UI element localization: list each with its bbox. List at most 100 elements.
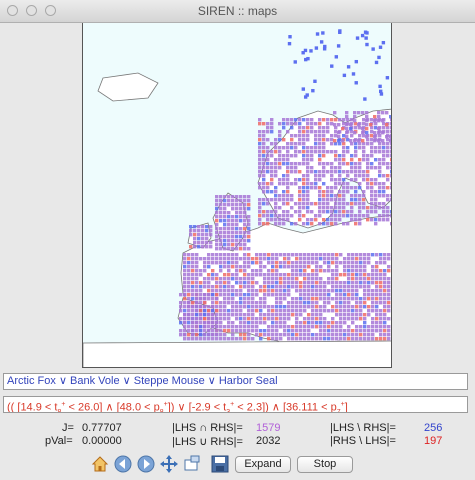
occurrence-cell bbox=[354, 186, 358, 190]
occurrence-cell bbox=[342, 118, 346, 122]
occurrence-cell bbox=[381, 40, 386, 45]
back-icon[interactable] bbox=[113, 454, 133, 474]
occurrence-cell bbox=[223, 305, 227, 309]
occurrence-cell bbox=[378, 162, 382, 166]
occurrence-cell bbox=[339, 273, 343, 277]
lhs-query-field[interactable]: Arctic Fox ∨ Bank Vole ∨ Steppe Mouse ∨ … bbox=[3, 373, 468, 390]
occurrence-cell bbox=[207, 321, 211, 325]
occurrence-cell bbox=[303, 253, 307, 257]
occurrence-cell bbox=[274, 174, 278, 178]
stop-button[interactable]: Stop bbox=[297, 456, 353, 473]
occurrence-cell bbox=[343, 337, 347, 341]
occurrence-cell bbox=[195, 281, 199, 285]
pan-icon[interactable] bbox=[159, 454, 179, 474]
europe-map[interactable] bbox=[82, 23, 392, 368]
occurrence-cell bbox=[259, 337, 263, 341]
occurrence-cell bbox=[255, 273, 259, 277]
occurrence-cell bbox=[227, 293, 231, 297]
occurrence-cell bbox=[219, 285, 223, 289]
occurrence-cell bbox=[311, 257, 315, 261]
occurrence-cell bbox=[307, 265, 311, 269]
occurrence-cell bbox=[347, 305, 351, 309]
occurrence-cell bbox=[367, 285, 371, 289]
occurrence-cell bbox=[282, 222, 286, 226]
rhs-query-field[interactable]: (( [14.9 < t8+ < 26.0] ∧ [48.0 < p8+]) ∨… bbox=[3, 396, 468, 413]
occurrence-cell bbox=[290, 170, 294, 174]
occurrence-cell bbox=[227, 321, 231, 325]
occurrence-cell bbox=[270, 118, 274, 122]
occurrence-cell bbox=[303, 325, 307, 329]
occurrence-cell bbox=[290, 134, 294, 138]
occurrence-cell bbox=[302, 158, 306, 162]
occurrence-cell bbox=[247, 313, 251, 317]
occurrence-cell bbox=[346, 170, 350, 174]
occurrence-cell bbox=[189, 233, 193, 237]
occurrence-cell bbox=[259, 269, 263, 273]
occurrence-cell bbox=[278, 198, 282, 202]
expand-button[interactable]: Expand bbox=[235, 456, 291, 473]
occurrence-cell bbox=[211, 333, 215, 337]
occurrence-cell bbox=[342, 162, 346, 166]
occurrence-cell bbox=[318, 126, 322, 130]
save-icon[interactable] bbox=[210, 454, 230, 474]
occurrence-cell bbox=[294, 170, 298, 174]
occurrence-cell bbox=[383, 253, 387, 257]
occurrence-cell bbox=[351, 337, 355, 341]
occurrence-cell bbox=[270, 126, 274, 130]
occurrence-cell bbox=[335, 305, 339, 309]
zoom-icon[interactable] bbox=[182, 454, 202, 474]
occurrence-cell bbox=[205, 241, 209, 245]
occurrence-cell bbox=[375, 301, 379, 305]
occurrence-cell bbox=[179, 305, 183, 309]
occurrence-cell bbox=[243, 297, 247, 301]
occurrence-cell bbox=[334, 202, 338, 206]
occurrence-cell bbox=[379, 329, 383, 333]
occurrence-cell bbox=[291, 269, 295, 273]
occurrence-cell bbox=[323, 329, 327, 333]
occurrence-cell bbox=[338, 182, 342, 186]
occurrence-cell bbox=[307, 337, 311, 341]
occurrence-cell bbox=[341, 139, 345, 143]
occurrence-cell bbox=[199, 313, 203, 317]
occurrence-cell bbox=[390, 118, 391, 122]
occurrence-cell bbox=[378, 186, 382, 190]
occurrence-cell bbox=[286, 146, 290, 150]
occurrence-cell bbox=[307, 285, 311, 289]
occurrence-cell bbox=[353, 139, 357, 143]
occurrence-cell bbox=[346, 214, 350, 218]
occurrence-cell bbox=[187, 313, 191, 317]
occurrence-cell bbox=[343, 333, 347, 337]
occurrence-cell bbox=[346, 150, 350, 154]
home-icon[interactable] bbox=[90, 454, 110, 474]
occurrence-cell bbox=[363, 285, 367, 289]
occurrence-cell bbox=[351, 293, 355, 297]
occurrence-cell bbox=[383, 313, 387, 317]
occurrence-cell bbox=[326, 222, 330, 226]
occurrence-cell bbox=[379, 317, 383, 321]
occurrence-cell bbox=[195, 301, 199, 305]
occurrence-cell bbox=[295, 329, 299, 333]
occurrence-cell bbox=[298, 210, 302, 214]
occurrence-cell bbox=[319, 313, 323, 317]
occurrence-cell bbox=[199, 333, 203, 337]
occurrence-cell bbox=[259, 321, 263, 325]
occurrence-cell bbox=[366, 170, 370, 174]
occurrence-cell bbox=[371, 337, 375, 341]
occurrence-cell bbox=[299, 297, 303, 301]
occurrence-cell bbox=[311, 317, 315, 321]
occurrence-cell bbox=[330, 178, 334, 182]
occurrence-cell bbox=[322, 118, 326, 122]
occurrence-cell bbox=[334, 186, 338, 190]
occurrence-cell bbox=[358, 134, 362, 138]
occurrence-cell bbox=[286, 158, 290, 162]
occurrence-cell bbox=[334, 210, 338, 214]
occurrence-cell bbox=[331, 337, 335, 341]
occurrence-cell bbox=[275, 293, 279, 297]
occurrence-cell bbox=[279, 277, 283, 281]
occurrence-cell bbox=[391, 285, 392, 288]
occurrence-cell bbox=[346, 222, 350, 226]
occurrence-cell bbox=[247, 195, 251, 199]
occurrence-cell bbox=[298, 218, 302, 222]
occurrence-cell bbox=[231, 215, 235, 219]
forward-icon[interactable] bbox=[136, 454, 156, 474]
